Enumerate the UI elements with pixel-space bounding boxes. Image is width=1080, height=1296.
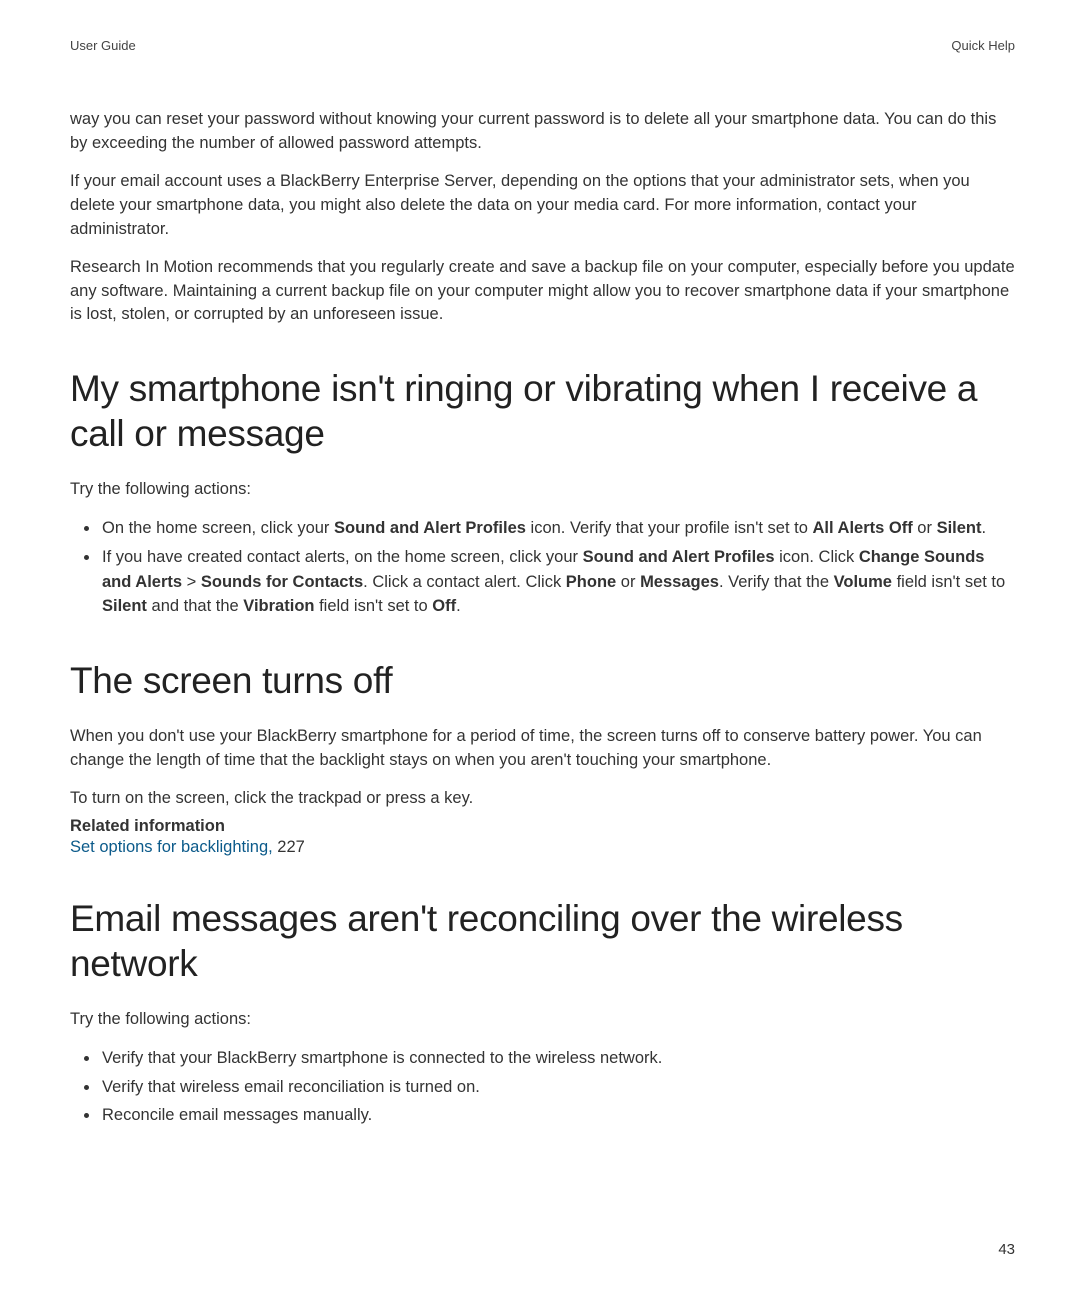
- heading-email-reconciling: Email messages aren't reconciling over t…: [70, 897, 1015, 986]
- section1-bullet-1: On the home screen, click your Sound and…: [100, 516, 1015, 541]
- section2-paragraph-2: To turn on the screen, click the trackpa…: [70, 787, 1015, 811]
- related-link-row: Set options for backlighting, 227: [70, 838, 1015, 857]
- heading-ringing-vibrating: My smartphone isn't ringing or vibrating…: [70, 367, 1015, 456]
- section2-paragraph-1: When you don't use your BlackBerry smart…: [70, 725, 1015, 773]
- section3-lead: Try the following actions:: [70, 1008, 1015, 1032]
- section3-bullet-1: Verify that your BlackBerry smartphone i…: [100, 1046, 1015, 1071]
- intro-paragraph-1: way you can reset your password without …: [70, 108, 1015, 156]
- section3-bullet-3: Reconcile email messages manually.: [100, 1103, 1015, 1128]
- section3-bullets: Verify that your BlackBerry smartphone i…: [70, 1046, 1015, 1128]
- section1-lead: Try the following actions:: [70, 478, 1015, 502]
- section1-bullets: On the home screen, click your Sound and…: [70, 516, 1015, 619]
- header-left: User Guide: [70, 38, 136, 53]
- intro-paragraph-3: Research In Motion recommends that you r…: [70, 256, 1015, 328]
- page-number: 43: [998, 1241, 1015, 1258]
- intro-paragraph-2: If your email account uses a BlackBerry …: [70, 170, 1015, 242]
- related-information-label: Related information: [70, 817, 1015, 836]
- related-link-page: 227: [277, 838, 305, 856]
- document-page: User Guide Quick Help way you can reset …: [0, 0, 1080, 1296]
- page-header: User Guide Quick Help: [70, 38, 1015, 53]
- link-set-options-backlighting[interactable]: Set options for backlighting,: [70, 838, 277, 856]
- heading-screen-turns-off: The screen turns off: [70, 659, 1015, 703]
- header-right: Quick Help: [951, 38, 1015, 53]
- section3-bullet-2: Verify that wireless email reconciliatio…: [100, 1075, 1015, 1100]
- section1-bullet-2: If you have created contact alerts, on t…: [100, 545, 1015, 619]
